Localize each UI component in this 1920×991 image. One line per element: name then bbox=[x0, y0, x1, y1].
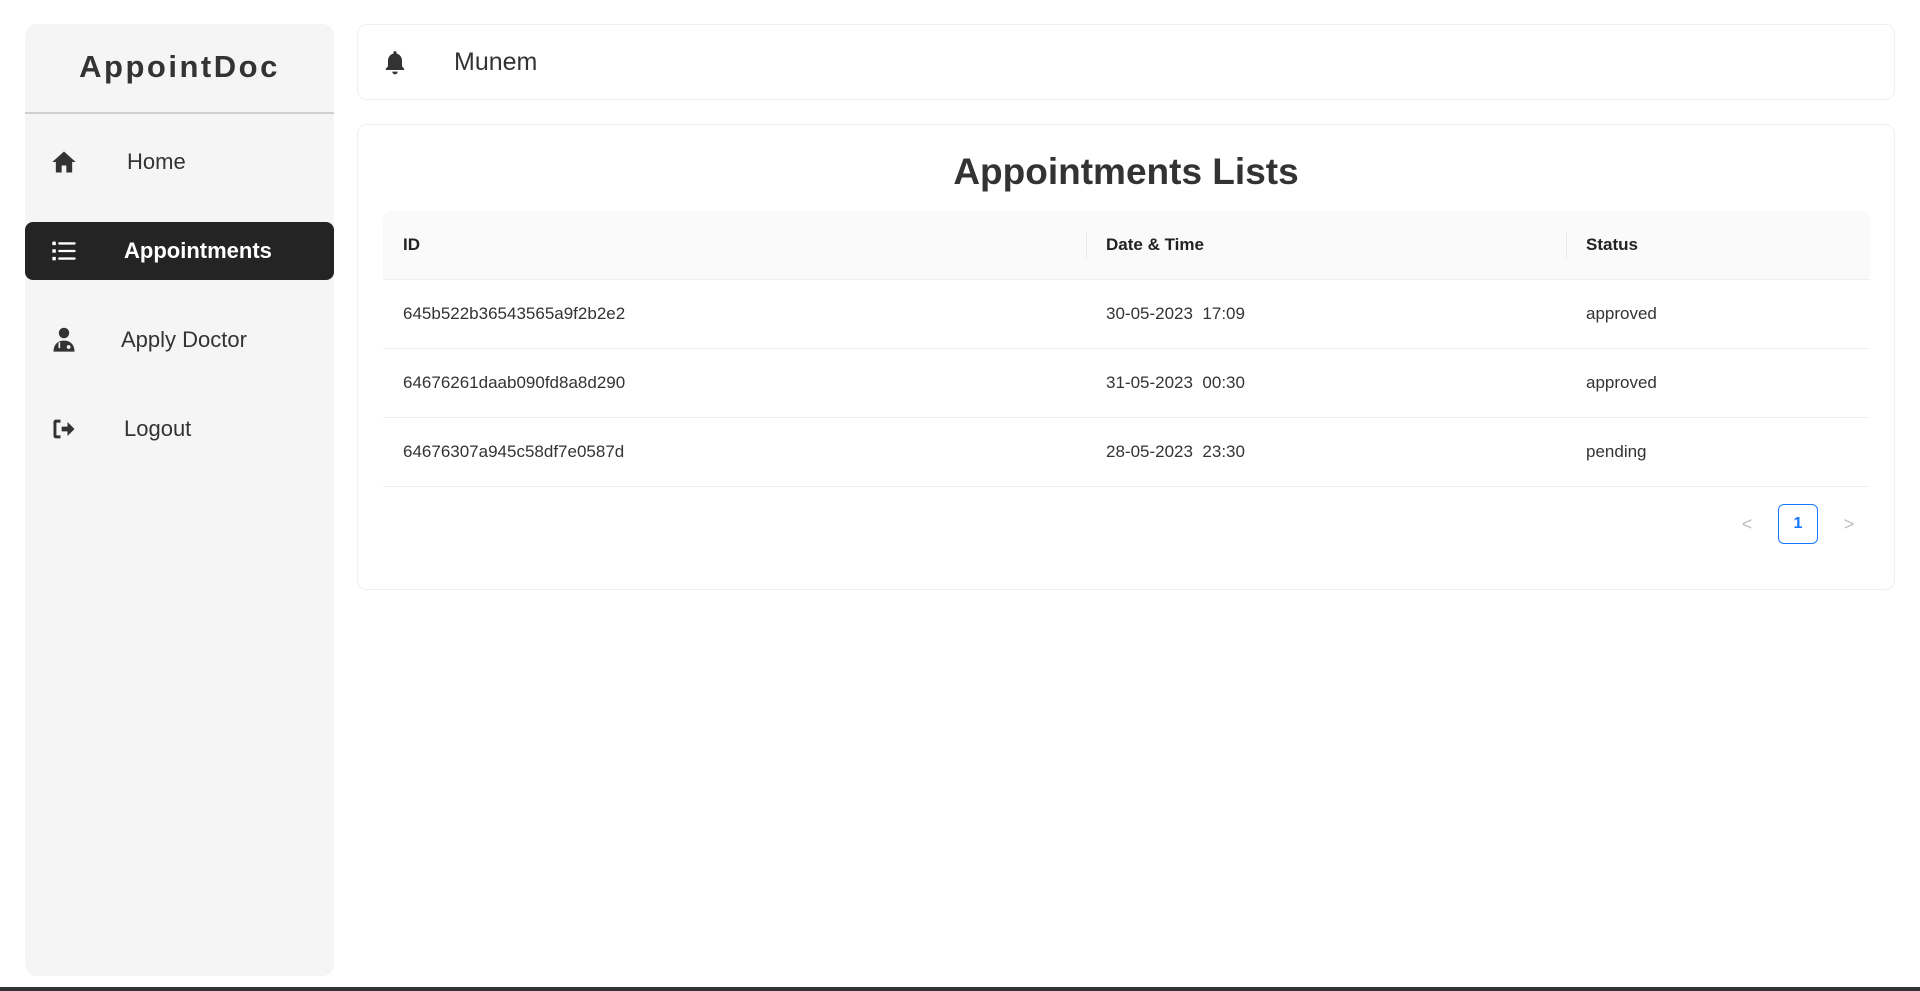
column-divider bbox=[1566, 231, 1567, 259]
sidebar: AppointDoc Home Appointments Apply Docto… bbox=[25, 24, 334, 976]
sidebar-nav: Home Appointments Apply Doctor Logout bbox=[25, 133, 334, 458]
cell-datetime: 28-05-2023 23:30 bbox=[1106, 442, 1245, 461]
cell-status: approved bbox=[1586, 304, 1657, 323]
sidebar-item-label: Appointments bbox=[124, 238, 272, 263]
table-row[interactable]: 645b522b36543565a9f2b2e2 30-05-2023 17:0… bbox=[383, 280, 1870, 349]
brand-logo: AppointDoc bbox=[25, 24, 334, 114]
page-title: Appointments Lists bbox=[953, 151, 1299, 192]
column-header-status: Status bbox=[1586, 235, 1638, 254]
sidebar-item-apply-doctor[interactable]: Apply Doctor bbox=[25, 311, 334, 369]
top-header: Munem bbox=[357, 24, 1895, 100]
list-icon bbox=[49, 236, 79, 266]
sidebar-item-home[interactable]: Home bbox=[25, 133, 334, 191]
pagination-next-button[interactable]: > bbox=[1829, 504, 1869, 544]
appointments-panel: Appointments Lists ID Date & Time Status… bbox=[357, 124, 1895, 590]
cell-status: pending bbox=[1586, 442, 1647, 461]
sidebar-item-label: Home bbox=[127, 149, 186, 174]
bottom-edge bbox=[0, 987, 1920, 991]
sidebar-item-appointments[interactable]: Appointments bbox=[25, 222, 334, 280]
column-header-id: ID bbox=[403, 235, 420, 254]
pagination-prev-button[interactable]: < bbox=[1727, 504, 1767, 544]
sidebar-item-logout[interactable]: Logout bbox=[25, 400, 334, 458]
cell-datetime: 31-05-2023 00:30 bbox=[1106, 373, 1245, 392]
cell-id: 64676261daab090fd8a8d290 bbox=[403, 373, 626, 392]
pagination-page-1[interactable]: 1 bbox=[1778, 504, 1818, 544]
table-row[interactable]: 64676307a945c58df7e0587d 28-05-2023 23:3… bbox=[383, 418, 1870, 487]
column-header-datetime: Date & Time bbox=[1106, 235, 1204, 254]
cell-datetime: 30-05-2023 17:09 bbox=[1106, 304, 1245, 323]
sidebar-item-label: Apply Doctor bbox=[121, 327, 247, 352]
appointments-table: ID Date & Time Status 645b522b36543565a9… bbox=[383, 211, 1870, 487]
bell-icon[interactable] bbox=[382, 49, 408, 77]
cell-status: approved bbox=[1586, 373, 1657, 392]
column-divider bbox=[1086, 231, 1087, 259]
table-row[interactable]: 64676261daab090fd8a8d290 31-05-2023 00:3… bbox=[383, 349, 1870, 418]
username[interactable]: Munem bbox=[454, 48, 537, 77]
cell-id: 64676307a945c58df7e0587d bbox=[403, 442, 625, 461]
home-icon bbox=[49, 147, 79, 177]
cell-id: 645b522b36543565a9f2b2e2 bbox=[403, 304, 626, 323]
logout-icon bbox=[49, 414, 79, 444]
table-header: ID Date & Time Status bbox=[383, 211, 1870, 280]
sidebar-item-label: Logout bbox=[124, 416, 192, 441]
pagination: < 1 > bbox=[1727, 504, 1869, 544]
user-doctor-icon bbox=[49, 325, 79, 355]
